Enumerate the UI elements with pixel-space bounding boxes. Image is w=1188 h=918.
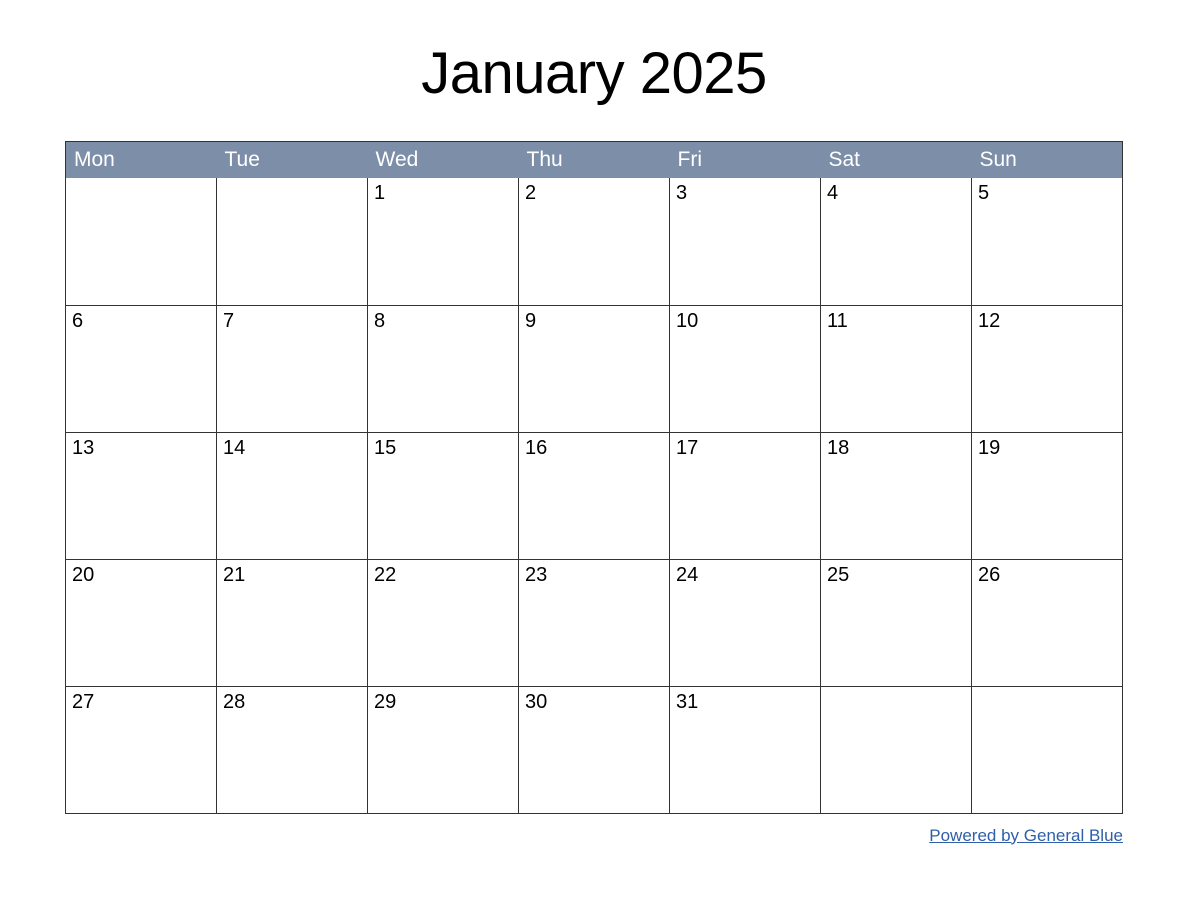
calendar-day-cell: 16 xyxy=(519,432,670,559)
calendar-week-row: 1 2 3 4 5 xyxy=(66,178,1123,305)
weekday-header: Thu xyxy=(519,142,670,179)
calendar-week-row: 27 28 29 30 31 xyxy=(66,686,1123,813)
calendar-day-cell: 14 xyxy=(217,432,368,559)
calendar-day-cell xyxy=(217,178,368,305)
calendar-week-row: 6 7 8 9 10 11 12 xyxy=(66,305,1123,432)
calendar-day-cell: 1 xyxy=(368,178,519,305)
calendar-day-cell: 30 xyxy=(519,686,670,813)
calendar-day-cell: 2 xyxy=(519,178,670,305)
calendar-day-cell xyxy=(821,686,972,813)
calendar-day-cell xyxy=(972,686,1123,813)
weekday-header: Mon xyxy=(66,142,217,179)
calendar-table: Mon Tue Wed Thu Fri Sat Sun 1 2 3 4 5 6 … xyxy=(65,141,1123,814)
calendar-day-cell: 19 xyxy=(972,432,1123,559)
calendar-day-cell: 10 xyxy=(670,305,821,432)
calendar-day-cell: 6 xyxy=(66,305,217,432)
calendar-day-cell: 26 xyxy=(972,559,1123,686)
weekday-header: Sun xyxy=(972,142,1123,179)
powered-by-link[interactable]: Powered by General Blue xyxy=(929,826,1123,845)
weekday-header: Sat xyxy=(821,142,972,179)
calendar-day-cell: 5 xyxy=(972,178,1123,305)
calendar-day-cell: 28 xyxy=(217,686,368,813)
calendar-day-cell: 25 xyxy=(821,559,972,686)
weekday-header-row: Mon Tue Wed Thu Fri Sat Sun xyxy=(66,142,1123,179)
calendar-title: January 2025 xyxy=(65,40,1123,107)
weekday-header: Tue xyxy=(217,142,368,179)
calendar-day-cell: 20 xyxy=(66,559,217,686)
weekday-header: Fri xyxy=(670,142,821,179)
calendar-day-cell: 21 xyxy=(217,559,368,686)
calendar-day-cell: 27 xyxy=(66,686,217,813)
calendar-day-cell: 4 xyxy=(821,178,972,305)
footer: Powered by General Blue xyxy=(65,826,1123,846)
calendar-day-cell: 18 xyxy=(821,432,972,559)
calendar-day-cell: 8 xyxy=(368,305,519,432)
calendar-day-cell xyxy=(66,178,217,305)
calendar-day-cell: 3 xyxy=(670,178,821,305)
calendar-day-cell: 9 xyxy=(519,305,670,432)
calendar-day-cell: 17 xyxy=(670,432,821,559)
calendar-day-cell: 15 xyxy=(368,432,519,559)
calendar-day-cell: 22 xyxy=(368,559,519,686)
calendar-day-cell: 29 xyxy=(368,686,519,813)
calendar-day-cell: 13 xyxy=(66,432,217,559)
calendar-week-row: 13 14 15 16 17 18 19 xyxy=(66,432,1123,559)
calendar-day-cell: 7 xyxy=(217,305,368,432)
calendar-day-cell: 24 xyxy=(670,559,821,686)
calendar-day-cell: 11 xyxy=(821,305,972,432)
calendar-day-cell: 12 xyxy=(972,305,1123,432)
calendar-day-cell: 23 xyxy=(519,559,670,686)
calendar-week-row: 20 21 22 23 24 25 26 xyxy=(66,559,1123,686)
calendar-day-cell: 31 xyxy=(670,686,821,813)
weekday-header: Wed xyxy=(368,142,519,179)
